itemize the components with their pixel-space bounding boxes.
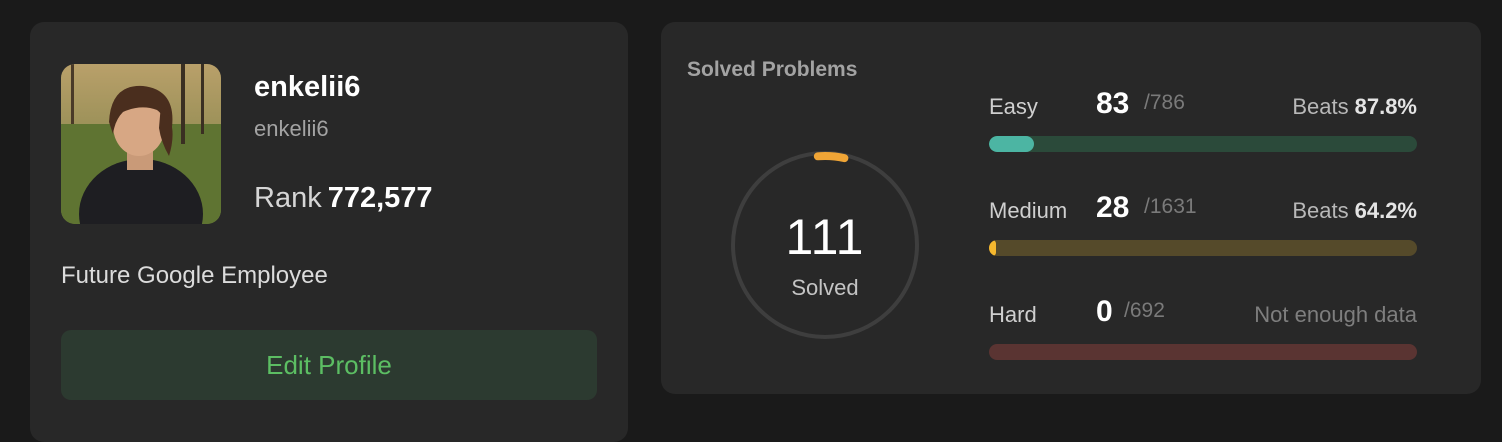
difficulty-total: /786 — [1144, 91, 1185, 114]
user-handle: enkelii6 — [254, 116, 329, 141]
total-solved-count: 111 — [785, 209, 865, 265]
beats-label: Beats — [1292, 198, 1349, 223]
beats-value: 64.2% — [1354, 198, 1417, 223]
solved-problems-title: Solved Problems — [687, 58, 858, 81]
difficulty-total: /1631 — [1144, 195, 1197, 218]
difficulty-progress-bar — [989, 136, 1417, 152]
difficulty-progress-fill — [989, 240, 997, 256]
difficulty-row-hard[interactable]: Hard 0 /692 Not enough data — [989, 295, 1417, 362]
beats-value: 87.8% — [1354, 94, 1417, 119]
difficulty-label: Hard — [989, 302, 1037, 327]
rank: Rank 772,577 — [254, 182, 433, 215]
ring-arc — [813, 151, 849, 163]
beats-label: Beats — [1292, 94, 1349, 119]
solved-problems-card: Solved Problems 111 Solved Easy 83 /786 … — [661, 22, 1481, 394]
total-solved-label: Solved — [791, 275, 859, 300]
rank-value: 772,577 — [327, 182, 433, 214]
avatar[interactable] — [61, 64, 221, 224]
username: enkelii6 — [254, 71, 361, 103]
difficulty-row-easy[interactable]: Easy 83 /786 Beats 87.8% — [989, 87, 1417, 154]
beats-stat: Beats 87.8% — [1292, 94, 1417, 120]
difficulty-total: /692 — [1124, 299, 1165, 322]
difficulty-progress-bar — [989, 344, 1417, 360]
not-enough-data-label: Not enough data — [1254, 302, 1417, 327]
difficulty-solved: 83 — [1096, 87, 1130, 120]
beats-stat: Beats 64.2% — [1292, 198, 1417, 224]
difficulty-progress-fill — [989, 136, 1034, 152]
difficulty-row-medium[interactable]: Medium 28 /1631 Beats 64.2% — [989, 191, 1417, 258]
edit-profile-button[interactable]: Edit Profile — [61, 330, 597, 400]
bio: Future Google Employee — [61, 262, 328, 289]
profile-card: enkelii6 enkelii6 Rank 772,577 Future Goo… — [30, 22, 628, 442]
difficulty-label: Easy — [989, 94, 1038, 119]
difficulty-progress-bar — [989, 240, 1417, 256]
avatar-photo — [61, 64, 221, 224]
solved-ring[interactable]: 111 Solved — [728, 148, 922, 342]
difficulty-solved: 28 — [1096, 191, 1130, 224]
difficulty-solved: 0 — [1096, 295, 1113, 328]
difficulty-label: Medium — [989, 198, 1068, 223]
rank-label: Rank — [254, 182, 322, 214]
